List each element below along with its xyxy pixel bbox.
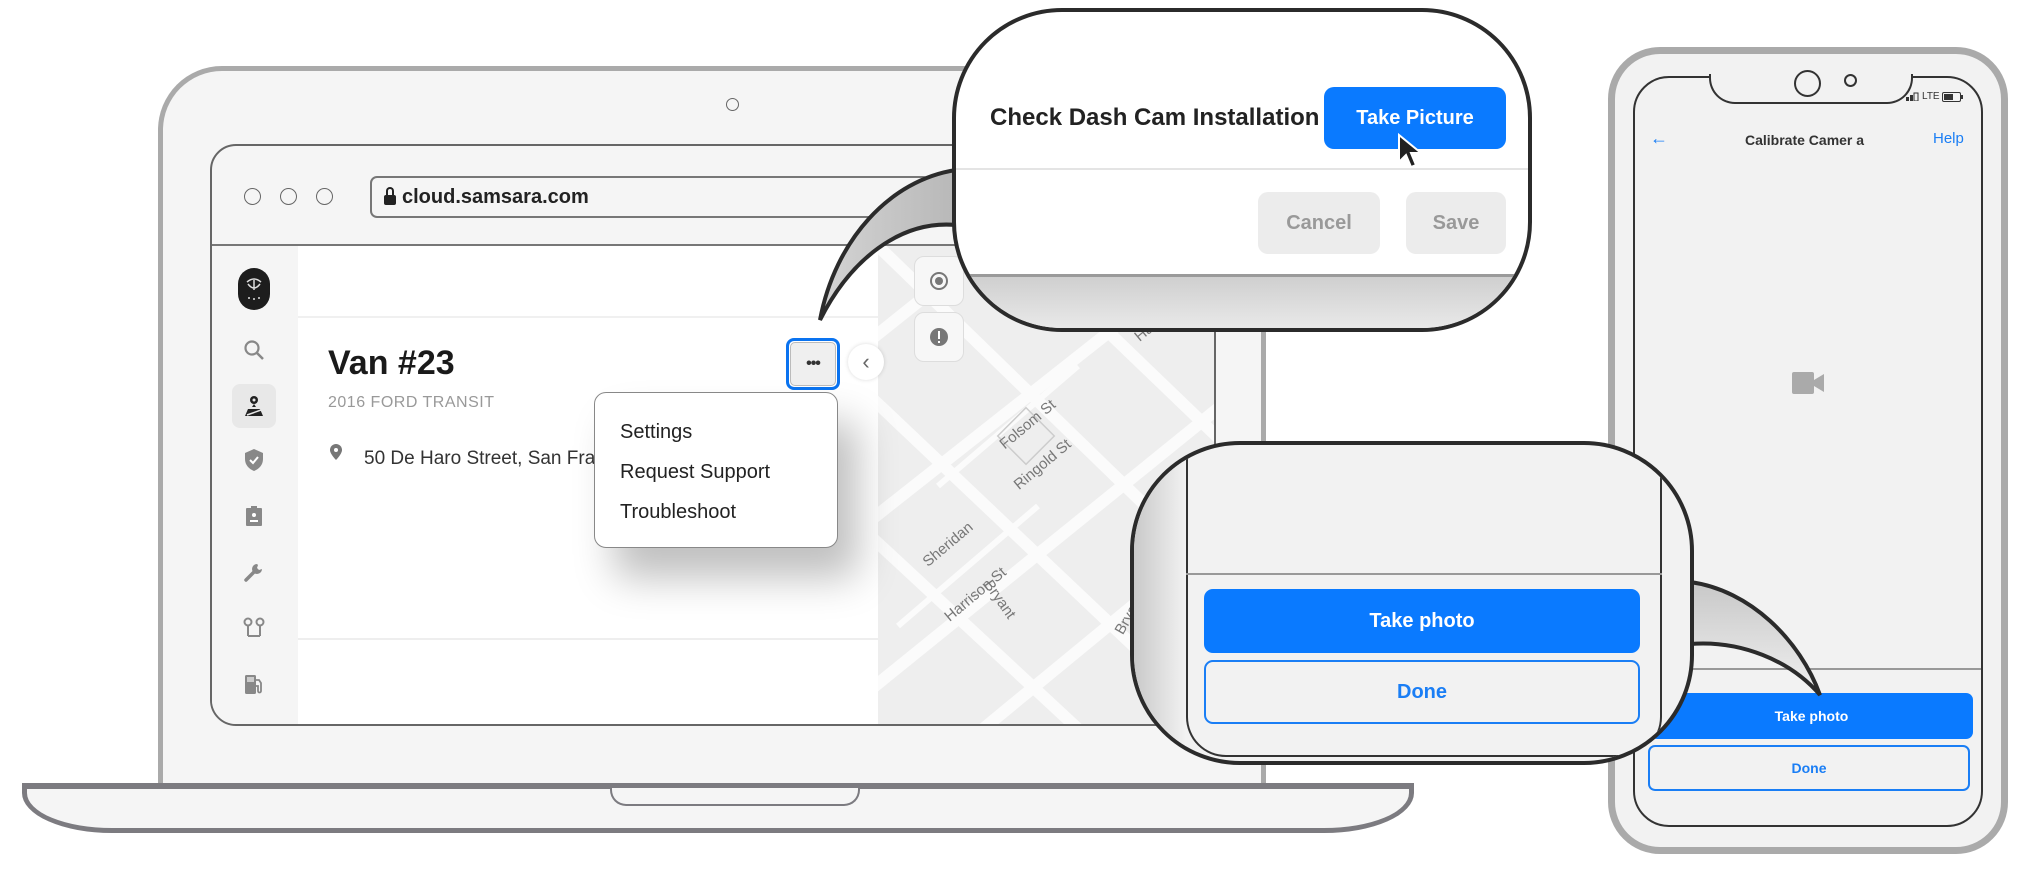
window-minimize-button[interactable] <box>280 188 297 205</box>
search-icon <box>244 340 264 360</box>
mouse-cursor-icon <box>1398 132 1424 169</box>
network-label: LTE <box>1922 91 1940 102</box>
sidebar-item-fuel[interactable] <box>234 664 274 704</box>
video-camera-icon <box>1792 372 1824 394</box>
window-maximize-button[interactable] <box>316 188 333 205</box>
callout-take-photo-button[interactable]: Take photo <box>1204 589 1640 653</box>
callout-shade <box>1134 445 1186 761</box>
collapse-panel-button[interactable]: ‹ <box>848 344 884 380</box>
options-menu: Settings Request Support Troubleshoot <box>594 392 838 548</box>
route-icon <box>243 617 265 637</box>
sidebar <box>212 246 298 724</box>
menu-item-settings[interactable]: Settings <box>620 421 692 444</box>
callout-map-strip <box>956 274 1528 328</box>
sidebar-item-dispatch[interactable] <box>234 608 274 648</box>
callout-divider <box>1186 573 1662 575</box>
sidebar-item-safety[interactable] <box>234 440 274 480</box>
help-link[interactable]: Help <box>1933 130 1964 147</box>
location-pin-icon <box>330 444 342 465</box>
laptop-trackpad-notch <box>610 788 860 806</box>
sidebar-item-compliance[interactable] <box>234 496 274 536</box>
sidebar-item-maintenance[interactable] <box>234 552 274 592</box>
save-button[interactable]: Save <box>1406 192 1506 254</box>
menu-item-troubleshoot[interactable]: Troubleshoot <box>620 501 736 524</box>
vehicle-title: Van #23 <box>328 344 455 382</box>
ellipsis-icon: ••• <box>790 342 836 386</box>
callout-phone-zoom: Take photo Done <box>1130 441 1694 765</box>
laptop-camera <box>726 98 739 111</box>
callout-divider <box>956 168 1528 170</box>
alert-icon <box>930 328 948 346</box>
sidebar-item-fleet[interactable] <box>232 384 276 428</box>
lock-icon <box>384 187 396 205</box>
clipboard-icon <box>246 506 262 526</box>
samsara-logo[interactable] <box>238 268 270 310</box>
back-arrow-icon[interactable]: ← <box>1650 128 1668 149</box>
fuel-icon <box>245 675 262 694</box>
wrench-icon <box>244 564 262 582</box>
phone-screen-title: Calibrate Camer a <box>1745 132 1865 148</box>
callout-dashcam: Check Dash Cam Installation Take Picture… <box>952 8 1532 332</box>
callout-title: Check Dash Cam Installation <box>990 104 1320 131</box>
status-bar: LTE <box>1906 91 1964 102</box>
panel-divider <box>298 638 878 640</box>
battery-icon <box>1941 91 1963 102</box>
phone-front-camera <box>1794 70 1821 97</box>
signal-icon <box>1906 92 1919 101</box>
more-options-button[interactable]: ••• <box>786 338 840 390</box>
chevron-left-icon: ‹ <box>862 349 870 374</box>
callout-top-tail <box>818 167 958 321</box>
phone-done-button[interactable]: Done <box>1648 745 1970 791</box>
panel-header-area <box>298 246 878 318</box>
menu-item-request-support[interactable]: Request Support <box>620 461 770 484</box>
sidebar-item-search[interactable] <box>234 330 274 370</box>
cancel-button[interactable]: Cancel <box>1258 192 1380 254</box>
phone-sensor <box>1844 74 1857 87</box>
window-close-button[interactable] <box>244 188 261 205</box>
map-pin-person-icon <box>245 396 263 416</box>
vehicle-address: 50 De Haro Street, San Fra <box>364 448 596 469</box>
vehicle-subtitle: 2016 FORD TRANSIT <box>328 394 495 411</box>
shield-check-icon <box>245 449 263 471</box>
callout-bottom-tail <box>1688 579 1822 697</box>
callout-done-button[interactable]: Done <box>1204 660 1640 724</box>
url-text: cloud.samsara.com <box>402 185 589 208</box>
